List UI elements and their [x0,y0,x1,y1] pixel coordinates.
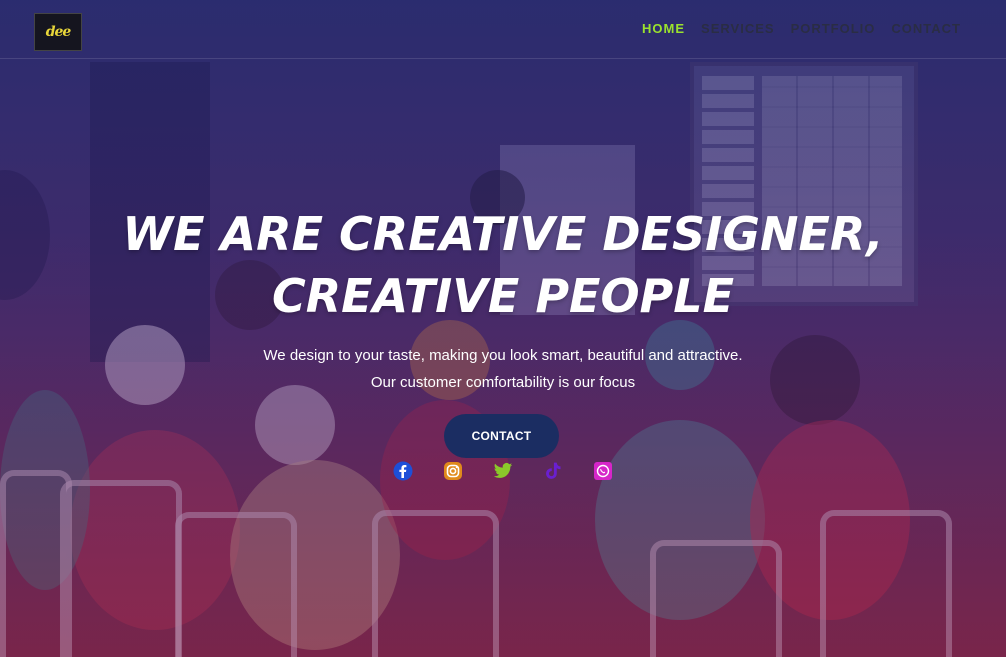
hero-headline: WE ARE CREATIVE DESIGNER, CREATIVE PEOPL… [0,203,1006,327]
nav-portfolio-link[interactable]: PORTFOLIO [791,21,876,36]
tiktok-icon[interactable] [543,461,563,481]
social-links [0,461,1006,481]
hero-section: dee HOME SERVICES PORTFOLIO CONTACT WE A… [0,0,1006,657]
facebook-icon[interactable] [393,461,413,481]
whatsapp-icon[interactable] [593,461,613,481]
headline-line-1: WE ARE CREATIVE DESIGNER, [122,207,884,261]
headline-line-2: CREATIVE PEOPLE [271,269,735,323]
instagram-icon[interactable] [443,461,463,481]
background-photo [0,0,1006,657]
site-header: dee HOME SERVICES PORTFOLIO CONTACT [0,0,1006,59]
logo-mark: dee [45,24,72,40]
hero-subtitle-line-2: Our customer comfortability is our focus [370,374,636,391]
contact-button[interactable]: CONTACT [444,414,559,458]
nav-services-link[interactable]: SERVICES [701,21,775,36]
hero-subtitle-line-1: We design to your taste, making you look… [263,347,743,364]
nav-contact-link[interactable]: CONTACT [891,21,961,36]
main-nav: HOME SERVICES PORTFOLIO CONTACT [642,21,961,36]
nav-home-link[interactable]: HOME [642,21,685,36]
twitter-icon[interactable] [493,461,513,481]
brand-logo[interactable]: dee [34,13,82,51]
